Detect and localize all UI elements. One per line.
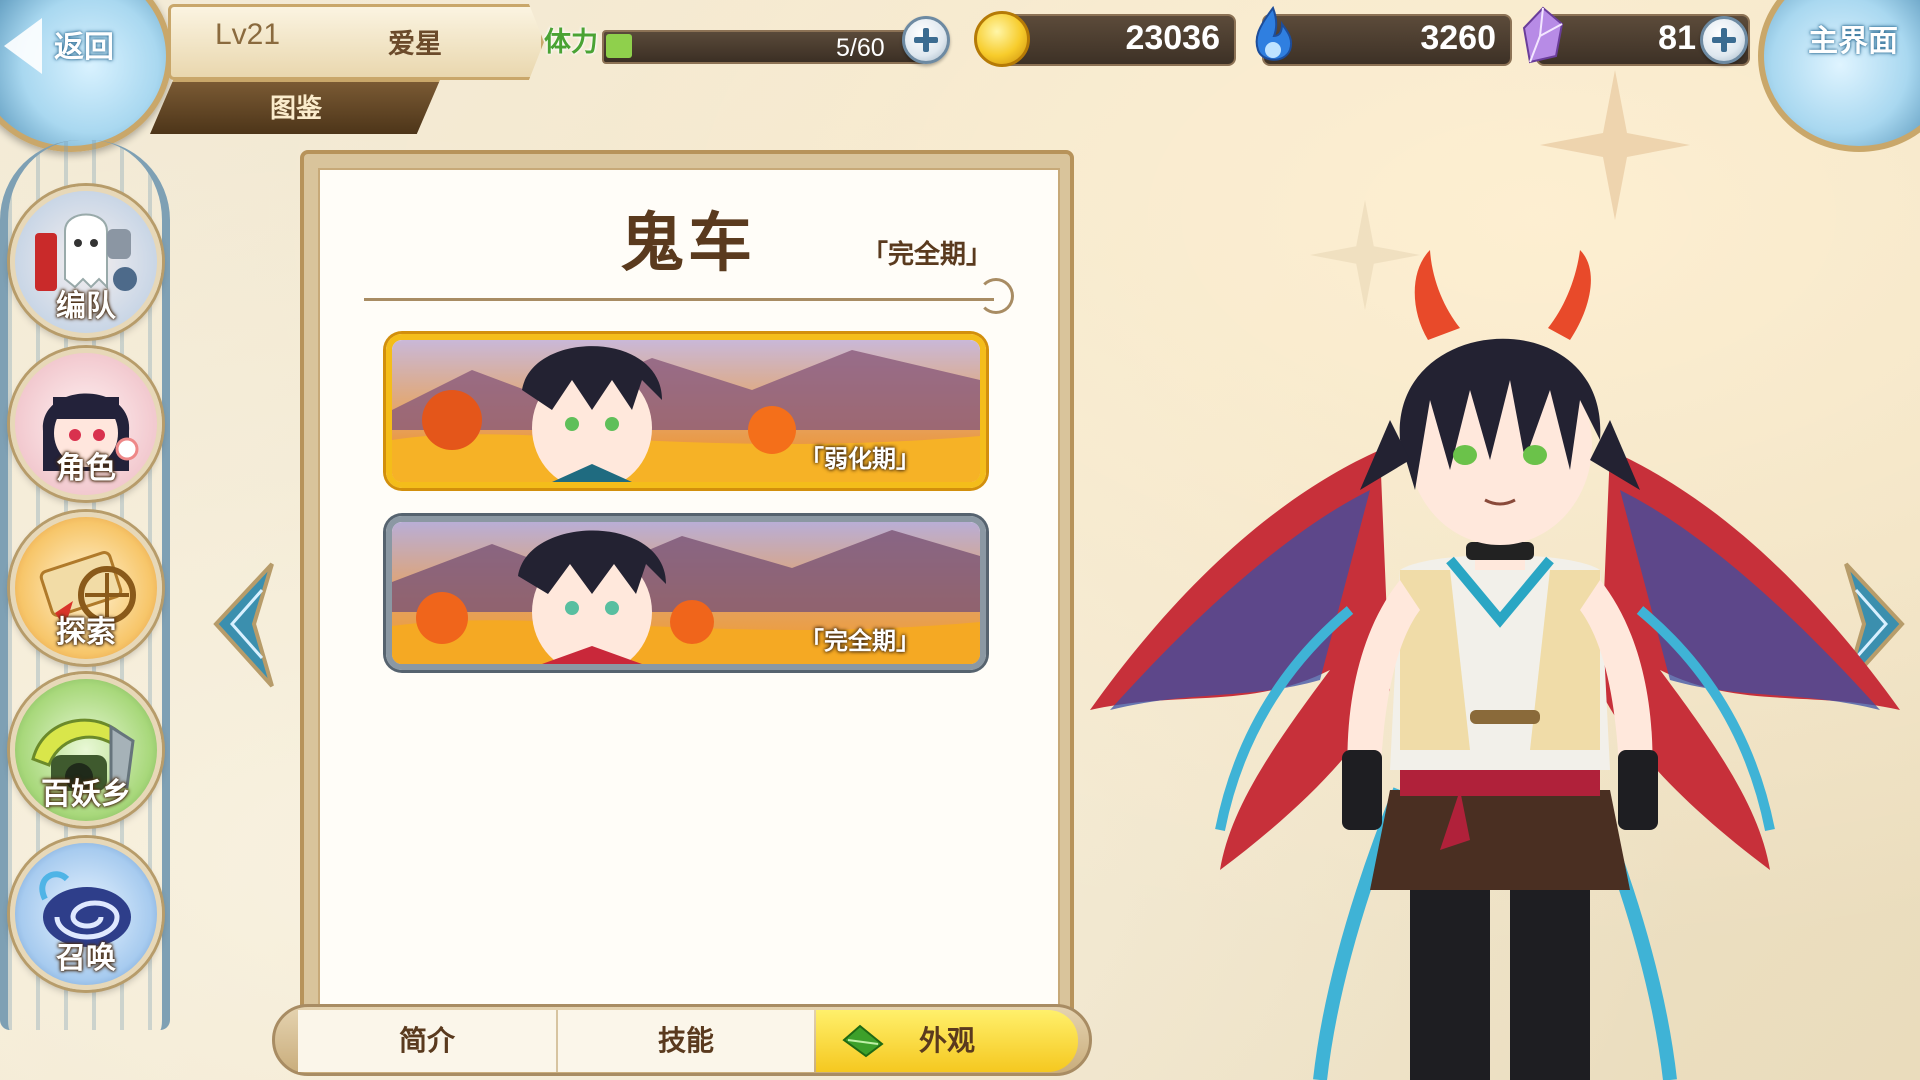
stamina-fill (606, 34, 632, 58)
skin-label-complete: 「完全期」 (800, 627, 920, 655)
soul-fire-value: 3260 (1420, 19, 1496, 57)
stamina-widget: 体力 5/60 (544, 18, 944, 70)
player-level: Lv21 (215, 18, 281, 51)
title-divider (364, 298, 994, 301)
skin-label-weakened: 「弱化期」 (800, 445, 920, 473)
nav-summon-label: 召唤 (56, 941, 116, 976)
nav-summon-button[interactable]: 召唤 (10, 838, 162, 990)
nav-character-label: 角色 (56, 451, 116, 486)
leaf-icon (842, 1024, 884, 1058)
player-name: 爱星 (388, 29, 442, 60)
nav-explore-button[interactable]: 探索 (10, 512, 162, 664)
divider-swirl-icon (978, 278, 1014, 314)
tab-skills[interactable]: 技能 (558, 1010, 814, 1072)
nav-character-button[interactable]: 角色 (10, 348, 162, 500)
add-stamina-button[interactable] (902, 16, 950, 64)
stamina-label: 体力 (544, 27, 598, 58)
skin-card-complete[interactable]: 「完全期」 (386, 516, 986, 670)
nav-explore-label: 探索 (56, 615, 116, 650)
previous-character-arrow-icon[interactable] (208, 560, 278, 690)
blue-flame-icon (1255, 6, 1292, 61)
character-phase: 「完全期」 (862, 240, 993, 270)
nav-formation-label: 编队 (56, 289, 116, 324)
add-crystal-button[interactable] (1700, 16, 1748, 64)
nav-village-button[interactable]: 百妖乡 (10, 674, 162, 826)
gold-coin-icon (974, 11, 1030, 67)
back-arrow-icon (4, 18, 42, 74)
character-illustration (1090, 250, 1900, 1080)
gold-value: 23036 (1125, 19, 1220, 57)
back-label[interactable]: 返回 (54, 22, 114, 66)
nav-village-label: 百妖乡 (41, 777, 131, 812)
home-label[interactable]: 主界面 (1808, 16, 1898, 60)
tab-intro[interactable]: 简介 (298, 1010, 558, 1072)
crystal-value: 81 (1658, 19, 1696, 57)
character-name: 鬼车 (620, 206, 756, 281)
nav-formation-button[interactable]: 编队 (10, 186, 162, 338)
skin-card-weakened[interactable]: 「弱化期」 (386, 334, 986, 488)
stamina-value: 5/60 (836, 34, 885, 62)
crystal-icon (1522, 6, 1564, 64)
section-title: 图鉴 (270, 94, 323, 124)
